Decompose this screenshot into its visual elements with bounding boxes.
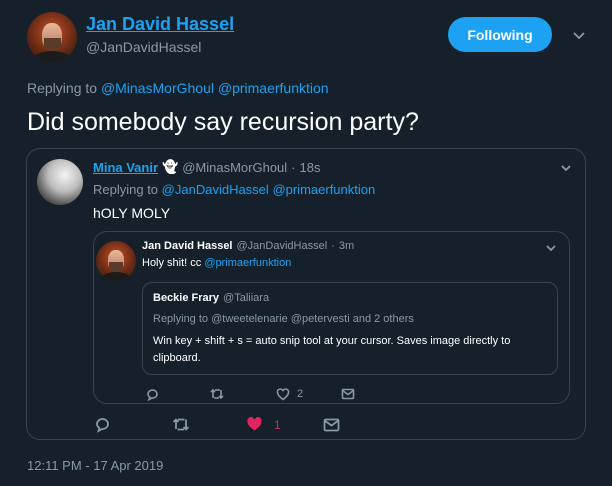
mention-link[interactable]: @primaerfunktion <box>204 257 291 269</box>
like-icon-filled[interactable] <box>246 416 263 432</box>
mention-link[interactable]: @primaerfunktion <box>272 182 375 197</box>
author-avatar[interactable] <box>27 12 77 62</box>
author-handle[interactable]: @JanDavidHassel <box>86 39 201 55</box>
replying-prefix: Replying to <box>93 182 159 197</box>
deep-author-name[interactable]: Beckie Frary <box>153 292 219 304</box>
like-count: 1 <box>274 418 281 432</box>
deep-replying-to-line: Replying to @tweetelenarie @petervesti a… <box>153 313 414 325</box>
mention-link[interactable]: @MinasMorGhoul <box>101 80 214 96</box>
deep-text: Win key + shift + s = auto snip tool at … <box>153 335 511 364</box>
mention-link[interactable]: @petervesti <box>291 313 350 325</box>
replying-prefix: Replying to <box>27 80 98 96</box>
nested-text-prefix: Holy shit! cc <box>142 257 202 269</box>
reply-icon[interactable] <box>145 387 159 401</box>
quote-replying-to-line: Replying to @JanDavidHassel @primaerfunk… <box>93 182 375 197</box>
replying-prefix: Replying to <box>153 313 209 325</box>
retweet-icon[interactable] <box>171 416 191 433</box>
quote-header: Mina Vanir 👻 @MinasMorGhoul · 18s <box>93 159 320 175</box>
nested-header: Jan David Hassel @JanDavidHassel · 3m <box>142 240 354 252</box>
chevron-down-icon[interactable] <box>572 31 586 41</box>
nested-text: Holy shit! cc @primaerfunktion <box>142 257 291 269</box>
quote-author-name[interactable]: Mina Vanir <box>93 160 158 175</box>
deep-author-handle[interactable]: @Taliiara <box>223 292 269 304</box>
quote-text: hOLY MOLY <box>93 205 171 221</box>
quote-author-handle[interactable]: @MinasMorGhoul <box>182 160 287 175</box>
tweet-timestamp[interactable]: 12:11 PM - 17 Apr 2019 <box>27 458 163 473</box>
mention-link[interactable]: @tweetelenarie <box>211 313 288 325</box>
ghost-emoji: 👻 <box>162 159 179 174</box>
message-icon[interactable] <box>341 388 355 400</box>
tweet-text: Did somebody say recursion party? <box>27 108 419 136</box>
nested-author-handle[interactable]: @JanDavidHassel <box>237 240 328 252</box>
quote-time[interactable]: 18s <box>300 160 321 175</box>
like-count: 2 <box>297 388 304 400</box>
nested-author-avatar[interactable] <box>96 241 136 281</box>
dot-separator: · <box>331 240 335 252</box>
replying-to-line: Replying to @MinasMorGhoul @primaerfunkt… <box>27 80 329 96</box>
chevron-down-icon[interactable] <box>560 164 572 172</box>
mention-link[interactable]: @primaerfunktion <box>218 80 329 96</box>
dot-separator: · <box>291 159 296 175</box>
following-button[interactable]: Following <box>448 17 552 52</box>
mention-link[interactable]: @JanDavidHassel <box>162 182 269 197</box>
reply-icon[interactable] <box>94 416 111 433</box>
nested-author-name[interactable]: Jan David Hassel <box>142 240 233 252</box>
like-icon[interactable] <box>276 388 290 401</box>
quote-author-avatar[interactable] <box>37 159 83 205</box>
deep-header: Beckie Frary @Taliiara <box>153 292 269 304</box>
nested-time[interactable]: 3m <box>339 240 354 252</box>
message-icon[interactable] <box>323 418 340 432</box>
replying-suffix[interactable]: and 2 others <box>353 313 414 325</box>
retweet-icon[interactable] <box>209 387 225 401</box>
author-name[interactable]: Jan David Hassel <box>86 14 234 35</box>
chevron-down-icon[interactable] <box>545 244 557 252</box>
